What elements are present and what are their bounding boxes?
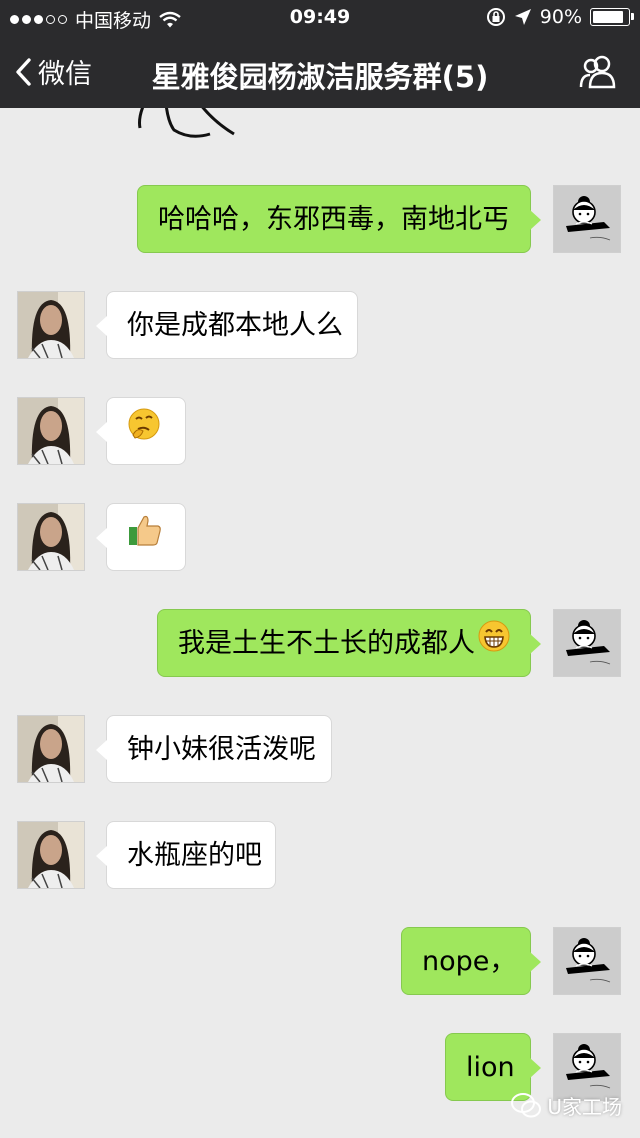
- chat-title: 星雅俊园杨淑洁服务群(5): [151, 60, 489, 94]
- message-bubble[interactable]: 你是成都本地人么: [96, 291, 358, 359]
- message-text: nope，: [422, 946, 517, 977]
- avatar[interactable]: [17, 503, 85, 571]
- message-text: 水瓶座的吧: [127, 840, 262, 871]
- message-text: 你是成都本地人么: [127, 310, 343, 341]
- message-bubble[interactable]: nope，: [401, 927, 541, 995]
- battery-percent: 90%: [539, 6, 582, 28]
- avatar[interactable]: [17, 397, 85, 465]
- battery-icon: [590, 8, 634, 26]
- rotation-lock-icon: [486, 8, 505, 26]
- status-right: 90%: [486, 6, 634, 28]
- status-bar: 中国移动 09:49 90%: [0, 0, 640, 36]
- sticker-image-fragment: [138, 108, 235, 138]
- watermark: U家工场: [511, 1091, 622, 1120]
- nav-bar: 微信 星雅俊园杨淑洁服务群(5): [0, 36, 640, 108]
- avatar[interactable]: [553, 927, 621, 995]
- incoming-message: 水瓶座的吧: [0, 821, 640, 889]
- grinning-face-icon: [477, 611, 511, 679]
- outgoing-message: nope，: [0, 927, 640, 995]
- message-text: 哈哈哈，东邪西毒，南地北丐: [158, 204, 509, 235]
- watermark-text: U家工场: [547, 1095, 622, 1119]
- message-text: 钟小妹很活泼呢: [127, 734, 316, 765]
- message-bubble[interactable]: [96, 397, 186, 467]
- outgoing-message: 哈哈哈，东邪西毒，南地北丐: [0, 185, 640, 253]
- avatar[interactable]: [17, 821, 85, 889]
- message-bubble[interactable]: [96, 503, 186, 573]
- outgoing-message: 我是土生不土长的成都人: [0, 609, 640, 677]
- message-bubble[interactable]: 水瓶座的吧: [96, 821, 276, 889]
- incoming-message: 钟小妹很活泼呢: [0, 715, 640, 783]
- thumbs-up-icon: [127, 505, 163, 573]
- chat-message-list[interactable]: 哈哈哈，东邪西毒，南地北丐你是成都本地人么我是土生不土长的成都人钟小妹很活泼呢水…: [0, 108, 640, 1138]
- message-text: lion: [466, 1052, 515, 1083]
- avatar[interactable]: [553, 185, 621, 253]
- incoming-message: [0, 503, 640, 571]
- message-bubble[interactable]: 哈哈哈，东邪西毒，南地北丐: [137, 185, 541, 253]
- avatar[interactable]: [17, 715, 85, 783]
- message-bubble[interactable]: 我是土生不土长的成都人: [157, 609, 541, 679]
- message-text: 我是土生不土长的成都人: [178, 628, 475, 659]
- avatar[interactable]: [553, 609, 621, 677]
- message-bubble[interactable]: 钟小妹很活泼呢: [96, 715, 332, 783]
- group-members-icon[interactable]: [578, 54, 618, 90]
- wechat-logo-icon: [511, 1092, 542, 1117]
- thinking-face-icon: [127, 399, 161, 467]
- avatar[interactable]: [17, 291, 85, 359]
- incoming-message: [0, 397, 640, 465]
- location-arrow-icon: [514, 9, 531, 25]
- incoming-message: 你是成都本地人么: [0, 291, 640, 359]
